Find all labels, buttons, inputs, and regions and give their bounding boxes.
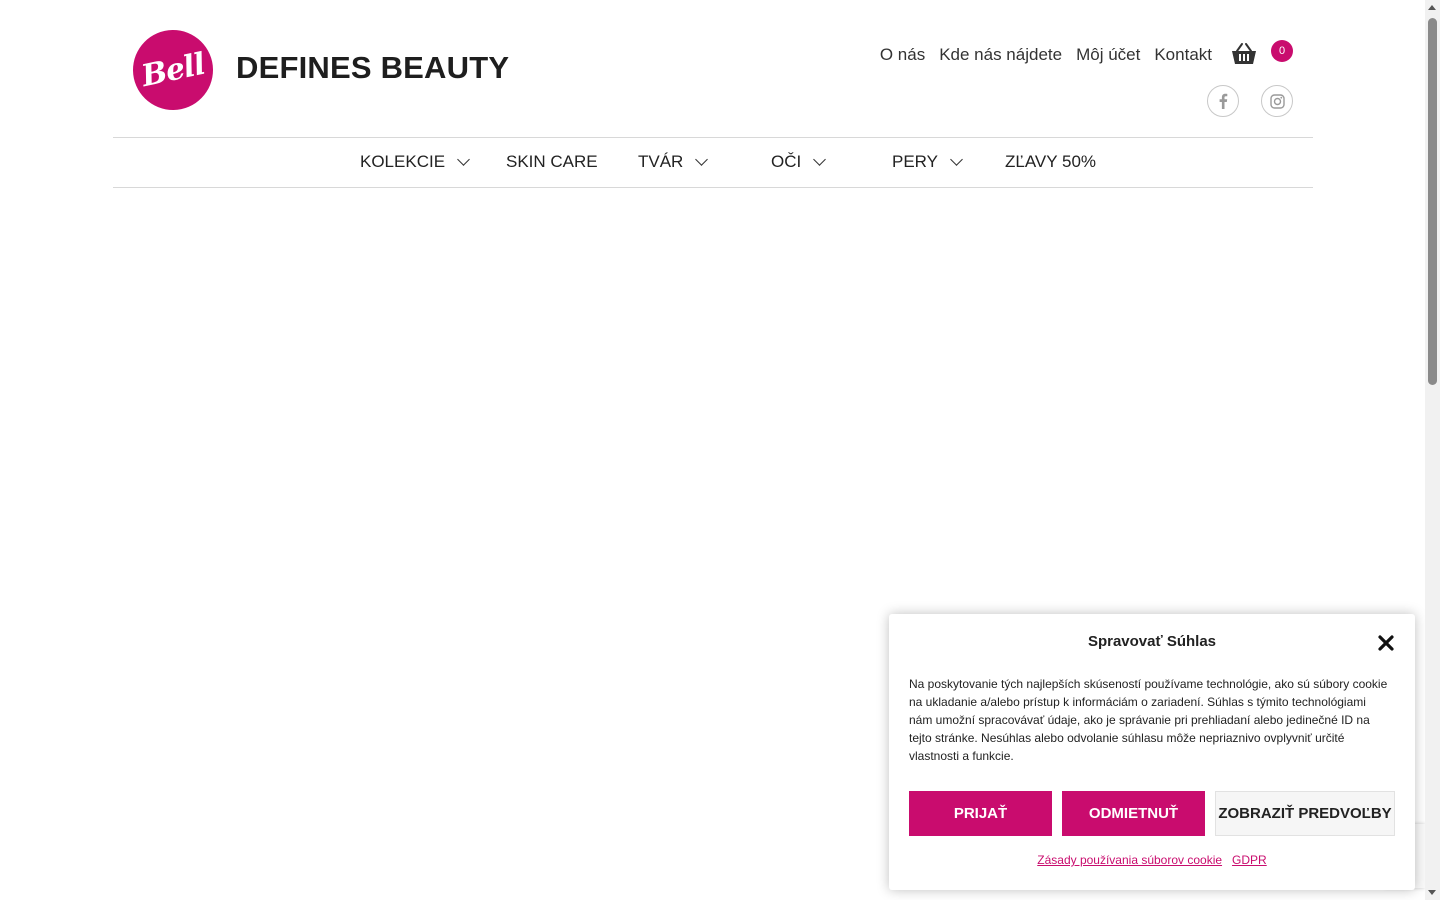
nav-item-oci[interactable]: OČI [771, 152, 827, 172]
nav-label: SKIN CARE [506, 152, 598, 171]
scroll-down-arrow[interactable] [1428, 890, 1436, 895]
link-moj-ucet[interactable]: Môj účet [1076, 45, 1140, 65]
page-scrollbar[interactable] [1425, 0, 1440, 900]
nav-item-kolekcie[interactable]: KOLEKCIE [360, 152, 470, 172]
cart-count-badge: 0 [1271, 40, 1293, 62]
view-preferences-button[interactable]: ZOBRAZIŤ PREDVOĽBY [1215, 791, 1395, 836]
facebook-icon[interactable] [1207, 85, 1239, 117]
accept-button[interactable]: PRIJAŤ [909, 791, 1052, 836]
top-links: O nás Kde nás nájdete Môj účet Kontakt [880, 45, 1212, 65]
chevron-down-icon [813, 153, 827, 166]
site-header: Bell DEFINES BEAUTY O nás Kde nás nájdet… [113, 0, 1313, 138]
nav-label: PERY [892, 152, 938, 171]
page: Bell DEFINES BEAUTY O nás Kde nás nájdet… [0, 0, 1440, 900]
cookie-description: Na poskytovanie tých najlepších skúsenos… [909, 677, 1388, 763]
chevron-down-icon [457, 153, 470, 166]
cookie-policy-link[interactable]: Zásady používania súborov cookie [1037, 853, 1222, 867]
chevron-down-icon [695, 153, 709, 166]
instagram-glyph [1269, 93, 1285, 109]
nav-label: OČI [771, 152, 802, 171]
cookie-title: Spravovať Súhlas [1087, 633, 1217, 650]
scroll-thumb[interactable] [1428, 18, 1437, 385]
link-kontakt[interactable]: Kontakt [1154, 45, 1212, 65]
logo-text: Bell [138, 46, 208, 94]
brand-tagline: DEFINES BEAUTY [236, 50, 510, 85]
nav-item-pery[interactable]: PERY [892, 152, 963, 172]
link-o-nas[interactable]: O nás [880, 45, 925, 65]
deny-button[interactable]: ODMIETNUŤ [1062, 791, 1205, 836]
nav-item-zlavy[interactable]: ZĽAVY 50% [1005, 152, 1096, 172]
basket-icon[interactable] [1231, 42, 1257, 66]
facebook-glyph [1219, 93, 1228, 109]
nav-label: TVÁR [638, 152, 684, 171]
nav-item-skin-care[interactable]: SKIN CARE [506, 152, 598, 172]
instagram-icon[interactable] [1261, 85, 1293, 117]
scroll-up-arrow[interactable] [1428, 5, 1436, 10]
cookie-consent-dialog: Spravovať Súhlas Na poskytovanie tých na… [889, 614, 1415, 890]
gdpr-link[interactable]: GDPR [1232, 853, 1267, 867]
nav-label: ZĽAVY 50% [1005, 152, 1097, 171]
nav-item-tvar[interactable]: TVÁR [638, 152, 709, 172]
main-nav: KOLEKCIE SKIN CARE TVÁR OČI PERY ZĽAVY 5… [113, 137, 1313, 188]
chevron-down-icon [950, 153, 963, 166]
bell-logo[interactable]: Bell [125, 22, 221, 118]
close-icon[interactable] [1377, 634, 1395, 652]
nav-label: KOLEKCIE [360, 152, 446, 171]
link-kde-nas-najdete[interactable]: Kde nás nájdete [939, 45, 1062, 65]
cookie-links: Zásady používania súborov cookie GDPR [889, 853, 1415, 867]
